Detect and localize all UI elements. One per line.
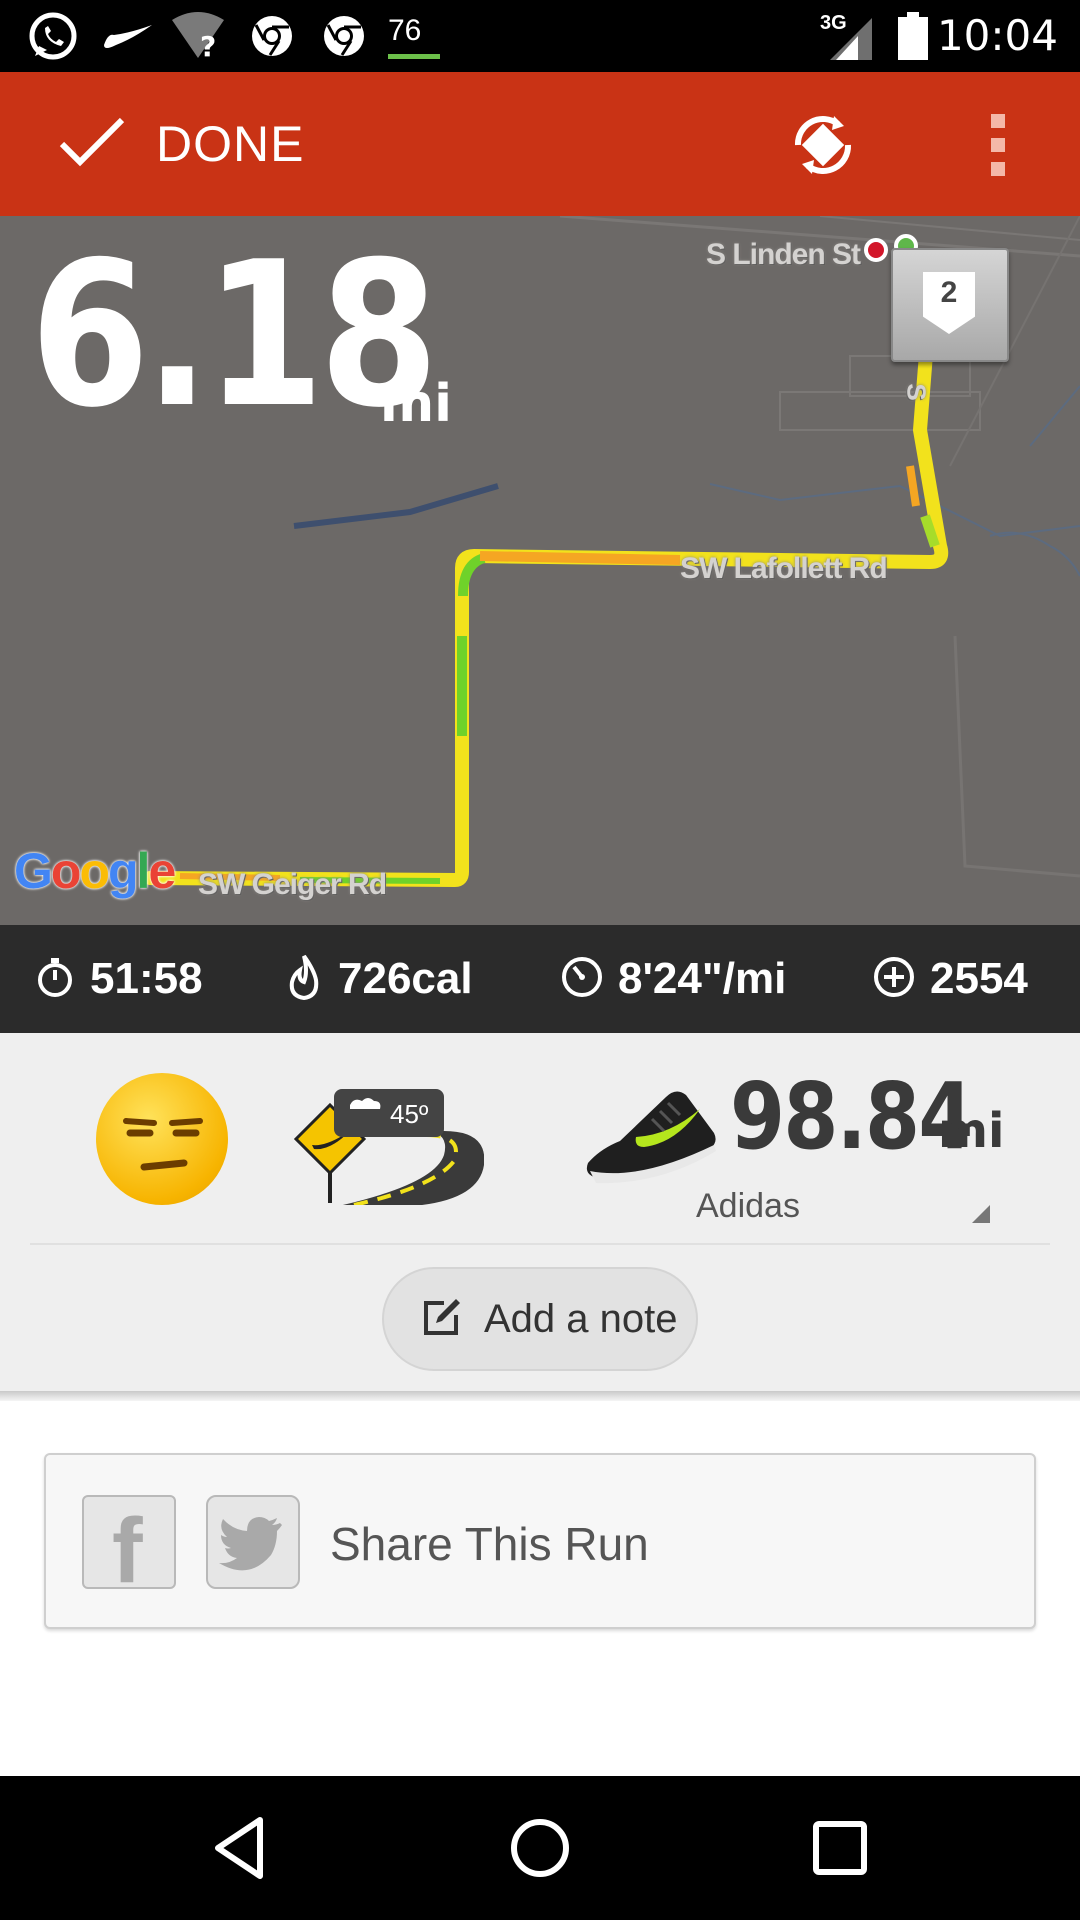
duration-value: 51:58 [90,954,203,1003]
share-section: f Share This Run [0,1401,1080,1776]
fuel-value: 2554 [930,954,1028,1003]
action-bar: DONE [0,72,1080,216]
street-label: SW Lafollett Rd [680,552,888,585]
google-attribution: Google [14,842,176,900]
google-letter: g [108,843,139,899]
shoe-selector[interactable]: Adidas [560,1183,990,1233]
google-letter: o [79,843,110,899]
road-terrain-icon[interactable]: 45º [293,1065,485,1207]
shoe-distance-unit: mi [938,1103,1005,1159]
distance-unit: mi [380,374,453,434]
stat-fuel: 2554 [872,925,1028,1033]
checkmark-icon [56,114,128,175]
street-label: S Linden St [706,238,861,271]
facebook-share-button[interactable]: f [82,1495,176,1589]
battery-badge-bar [388,54,440,59]
stat-calories: 726cal [284,925,473,1033]
done-button[interactable]: DONE [56,72,304,216]
end-marker [864,238,888,262]
recents-square-icon [813,1821,867,1875]
chrome-icon [246,0,298,72]
divider [30,1243,1050,1245]
home-button[interactable] [500,1812,580,1884]
status-bar: ? 76 3G 10:04 [0,0,1080,72]
nike-swoosh-icon [100,0,156,72]
twitter-icon [219,1517,282,1571]
flame-icon [284,954,324,1005]
calories-value: 726cal [338,954,473,1003]
back-triangle-icon [215,1817,263,1879]
fuel-plus-icon [872,955,916,1004]
pace-value: 8'24"/mi [618,954,787,1003]
sync-button[interactable] [788,110,858,180]
section-shadow [0,1391,1080,1401]
whatsapp-icon [22,0,84,72]
chrome-icon [318,0,370,72]
shoe-distance: 98.84 [730,1063,973,1170]
sync-icon [795,115,851,175]
distance-value: 6.18 [30,219,439,452]
street-label-vertical: S [901,383,932,400]
shoe-name: Adidas [696,1187,800,1225]
battery-badge: 76 [388,14,422,47]
mile-marker[interactable]: 2 [891,248,1009,362]
network-type: 3G [820,12,847,34]
overflow-menu-button[interactable] [978,110,1018,180]
add-note-label: Add a note [484,1296,678,1341]
done-label: DONE [156,116,305,172]
street-label: SW Geiger Rd [198,868,387,901]
temperature: 45º [390,1099,429,1129]
run-details: 45º 98.84 mi Adidas Add a note [0,1033,1080,1391]
recents-button[interactable] [800,1812,880,1884]
share-label: Share This Run [330,1518,649,1570]
cellular-signal-icon [818,0,874,72]
stat-duration: 51:58 [34,925,203,1033]
mile-marker-number: 2 [940,276,958,309]
stopwatch-icon [34,956,76,1003]
facebook-icon: f [112,1500,143,1589]
unamused-face-emoji[interactable] [96,1073,228,1205]
share-card[interactable]: f Share This Run [44,1453,1036,1629]
dropdown-arrow-icon [972,1205,990,1223]
svg-text:?: ? [200,30,216,60]
back-button[interactable] [202,1812,282,1884]
edit-note-icon [422,1297,462,1342]
overflow-dot [991,138,1005,152]
google-letter: e [148,843,176,899]
battery-icon [896,0,930,72]
add-note-button[interactable]: Add a note [382,1267,698,1371]
clock: 10:04 [936,11,1058,60]
navigation-bar [0,1776,1080,1920]
running-shoe-icon [580,1063,720,1193]
pace-gauge-icon [560,955,604,1004]
run-stats-bar: 51:58 726cal 8'24"/mi 2554 [0,925,1080,1033]
stat-pace: 8'24"/mi [560,925,786,1033]
google-letter: o [50,843,82,899]
twitter-share-button[interactable] [206,1495,300,1589]
google-letter: l [136,843,151,899]
overflow-dot [991,114,1005,128]
route-map[interactable]: 6.18 mi S Linden St SW Lafollett Rd SW G… [0,216,1080,925]
wifi-question-icon: ? [170,0,226,72]
google-letter: G [14,843,53,899]
overflow-dot [991,162,1005,176]
home-circle-icon [511,1819,569,1877]
